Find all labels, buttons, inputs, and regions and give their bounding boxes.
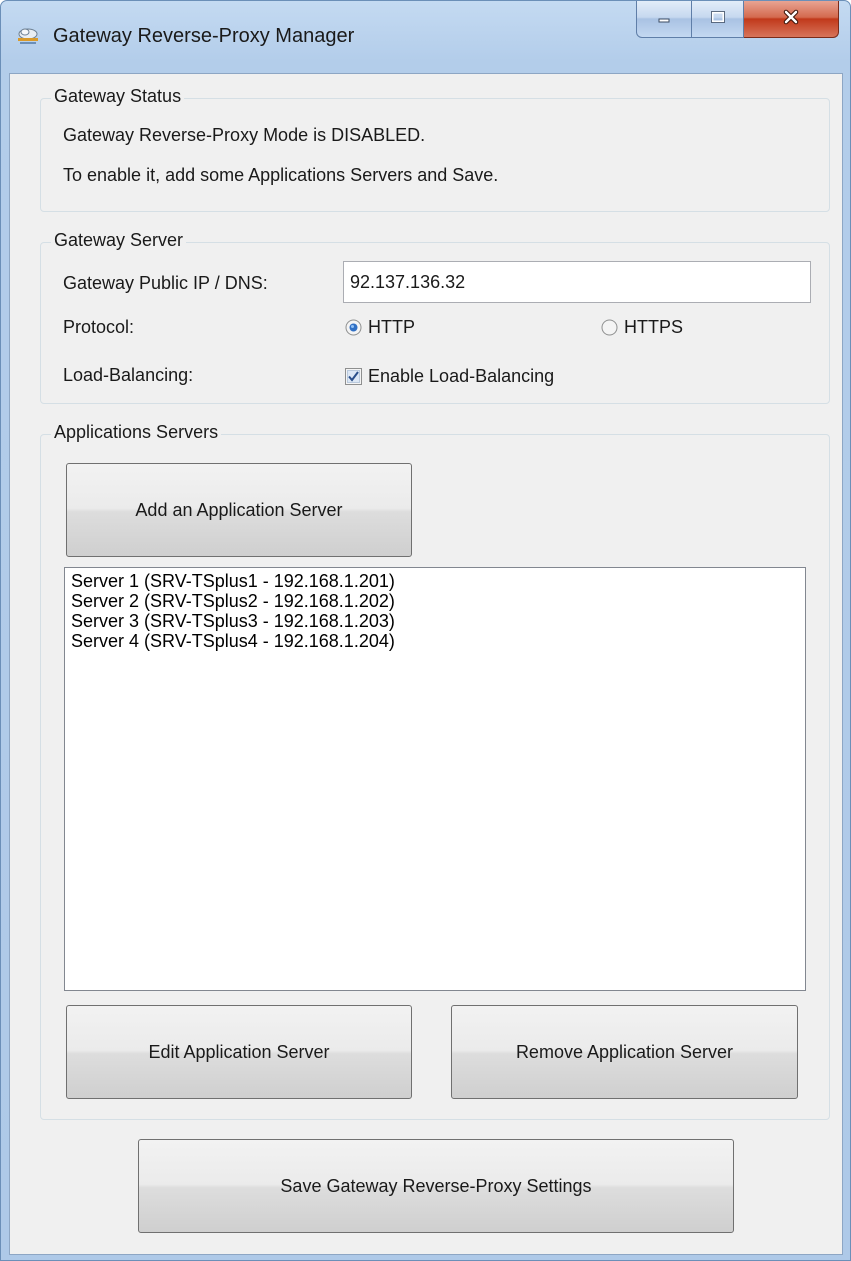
enable-load-balancing-label[interactable]: Enable Load-Balancing — [368, 366, 554, 387]
add-application-server-button[interactable]: Add an Application Server — [66, 463, 412, 557]
gateway-cloud-icon — [15, 23, 41, 49]
group-title: Applications Servers — [51, 422, 222, 443]
ip-label: Gateway Public IP / DNS: — [63, 273, 268, 293]
maximize-button[interactable] — [692, 1, 744, 38]
enable-load-balancing-checkbox[interactable] — [345, 368, 362, 385]
https-radio[interactable] — [601, 319, 618, 336]
applications-servers-group: Applications Servers Add an Application … — [40, 422, 830, 1120]
gateway-status-group: Gateway Status Gateway Reverse-Proxy Mod… — [40, 86, 830, 212]
minimize-button[interactable] — [636, 1, 692, 38]
list-item[interactable]: Server 1 (SRV-TSplus1 - 192.168.1.201) — [71, 571, 799, 591]
caption-buttons — [636, 1, 839, 40]
gateway-server-group: Gateway Server Gateway Public IP / DNS: … — [40, 230, 830, 404]
maximize-icon — [710, 9, 726, 30]
group-title: Gateway Server — [51, 230, 187, 251]
http-radio-label[interactable]: HTTP — [368, 317, 415, 338]
https-radio-label[interactable]: HTTPS — [624, 317, 683, 338]
app-window: Gateway Reverse-Proxy Manager Gateway St… — [0, 0, 851, 1261]
minimize-icon — [656, 9, 672, 30]
list-item[interactable]: Server 2 (SRV-TSplus2 - 192.168.1.202) — [71, 591, 799, 611]
status-line-2: To enable it, add some Applications Serv… — [63, 165, 499, 185]
edit-application-server-button[interactable]: Edit Application Server — [66, 1005, 412, 1099]
list-item[interactable]: Server 3 (SRV-TSplus3 - 192.168.1.203) — [71, 611, 799, 631]
status-line-1: Gateway Reverse-Proxy Mode is DISABLED. — [63, 125, 426, 145]
remove-application-server-button[interactable]: Remove Application Server — [451, 1005, 798, 1099]
window-title: Gateway Reverse-Proxy Manager — [53, 25, 355, 47]
load-balancing-label: Load-Balancing: — [63, 365, 194, 385]
save-settings-button[interactable]: Save Gateway Reverse-Proxy Settings — [138, 1139, 734, 1233]
list-item[interactable]: Server 4 (SRV-TSplus4 - 192.168.1.204) — [71, 631, 799, 651]
gateway-ip-input[interactable]: 92.137.136.32 — [343, 261, 811, 303]
protocol-label: Protocol: — [63, 317, 135, 337]
application-servers-list[interactable]: Server 1 (SRV-TSplus1 - 192.168.1.201) S… — [64, 567, 806, 991]
title-bar[interactable]: Gateway Reverse-Proxy Manager — [1, 1, 850, 73]
group-title: Gateway Status — [51, 86, 185, 107]
http-radio[interactable] — [345, 319, 362, 336]
client-area: Gateway Status Gateway Reverse-Proxy Mod… — [9, 73, 843, 1255]
close-icon — [782, 9, 800, 30]
close-button[interactable] — [744, 1, 839, 38]
